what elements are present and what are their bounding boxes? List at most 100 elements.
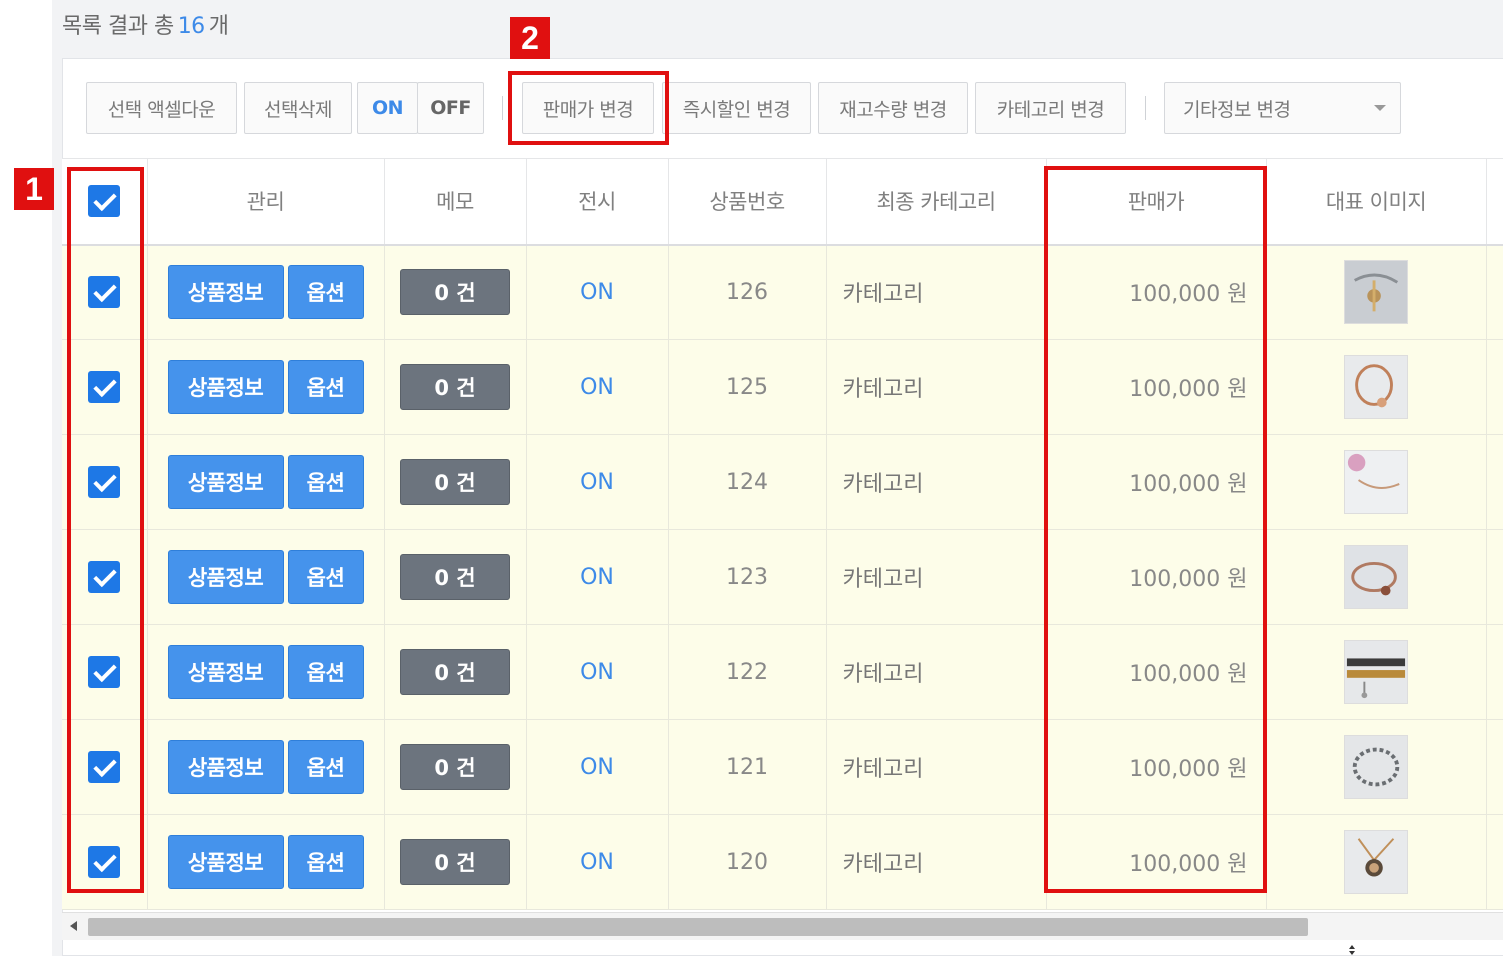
display-status[interactable]: ON: [526, 719, 669, 815]
row-select-cell[interactable]: [62, 244, 148, 340]
table-row: 상품정보 옵션 0 건 ON 124 카테고리 100,000 원: [62, 434, 1503, 530]
select-all-checkbox[interactable]: [88, 185, 121, 218]
row-checkbox[interactable]: [88, 656, 121, 688]
memo-cell: 0 건: [384, 719, 527, 815]
image-cell: [1266, 719, 1487, 815]
product-thumbnail[interactable]: [1344, 545, 1408, 609]
memo-button[interactable]: 0 건: [400, 839, 510, 885]
memo-button[interactable]: 0 건: [400, 269, 510, 316]
toolbar-divider: [1145, 96, 1146, 120]
display-status[interactable]: ON: [526, 244, 669, 340]
scrollbar-thumb[interactable]: [88, 918, 1308, 936]
row-checkbox[interactable]: [88, 561, 121, 593]
image-cell: [1266, 244, 1487, 340]
row-select-cell[interactable]: [62, 624, 148, 720]
row-checkbox[interactable]: [88, 751, 121, 783]
product-thumbnail[interactable]: [1344, 830, 1408, 894]
change-category-button[interactable]: 카테고리 변경: [975, 82, 1126, 134]
manage-cell: 상품정보 옵션: [147, 814, 385, 910]
display-status[interactable]: ON: [526, 814, 669, 910]
manage-cell: 상품정보 옵션: [147, 244, 385, 340]
display-status[interactable]: ON: [526, 529, 669, 625]
final-category: 카테고리: [826, 814, 1047, 910]
table-row: 상품정보 옵션 0 건 ON 121 카테고리 100,000 원: [62, 719, 1503, 815]
memo-cell: 0 건: [384, 529, 527, 625]
annotation-label-2: 2: [510, 17, 550, 59]
option-button[interactable]: 옵션: [287, 455, 364, 509]
sale-price: 100,000 원: [1046, 624, 1267, 720]
memo-button[interactable]: 0 건: [400, 649, 510, 695]
change-stock-button[interactable]: 재고수량 변경: [818, 82, 968, 134]
summary-prefix: 목록 결과 총: [62, 14, 174, 39]
table-row: 상품정보 옵션 0 건 ON 120 카테고리 100,000 원: [62, 814, 1503, 910]
product-info-button[interactable]: 상품정보: [167, 455, 284, 509]
option-button[interactable]: 옵션: [287, 645, 364, 699]
horizontal-scrollbar[interactable]: [62, 912, 1503, 940]
display-status[interactable]: ON: [526, 339, 669, 435]
annotation-label-1: 1: [14, 168, 54, 210]
final-category: 카테고리: [826, 339, 1047, 435]
memo-cell: 0 건: [384, 244, 527, 340]
option-button[interactable]: 옵션: [287, 835, 364, 889]
product-number: 122: [668, 624, 827, 720]
overflow-cell: [1486, 244, 1503, 340]
change-price-button[interactable]: 판매가 변경: [522, 82, 654, 134]
memo-cell: 0 건: [384, 814, 527, 910]
option-button[interactable]: 옵션: [287, 550, 364, 604]
option-button[interactable]: 옵션: [287, 740, 364, 794]
option-button[interactable]: 옵션: [287, 360, 364, 414]
delete-selected-button[interactable]: 선택삭제: [244, 82, 352, 134]
other-info-select[interactable]: 기타정보 변경: [1164, 82, 1401, 134]
product-number: 126: [668, 244, 827, 340]
final-category: 카테고리: [826, 624, 1047, 720]
table-row: 상품정보 옵션 0 건 ON 125 카테고리 100,000 원: [62, 339, 1503, 435]
display-status[interactable]: ON: [526, 624, 669, 720]
sale-price: 100,000 원: [1046, 814, 1267, 910]
row-select-cell[interactable]: [62, 434, 148, 530]
manage-cell: 상품정보 옵션: [147, 719, 385, 815]
memo-button[interactable]: 0 건: [400, 459, 510, 505]
product-number: 120: [668, 814, 827, 910]
row-select-cell[interactable]: [62, 814, 148, 910]
row-select-cell[interactable]: [62, 529, 148, 625]
final-category: 카테고리: [826, 719, 1047, 815]
manage-cell: 상품정보 옵션: [147, 339, 385, 435]
product-info-button[interactable]: 상품정보: [167, 835, 284, 889]
memo-button[interactable]: 0 건: [400, 744, 510, 790]
product-info-button[interactable]: 상품정보: [167, 740, 284, 794]
row-checkbox[interactable]: [88, 846, 121, 878]
memo-button[interactable]: 0 건: [400, 364, 510, 410]
display-off-button[interactable]: OFF: [417, 82, 484, 134]
product-thumbnail[interactable]: [1344, 640, 1408, 704]
product-thumbnail[interactable]: [1344, 260, 1408, 325]
product-thumbnail[interactable]: [1344, 355, 1408, 419]
chevron-down-icon: [1374, 105, 1386, 111]
product-table: 관리 메모 전시 상품번호 최종 카테고리 판매가 대표 이미지 상품정보 옵션 …: [62, 158, 1503, 910]
overflow-cell: [1486, 624, 1503, 720]
overflow-cell: [1486, 529, 1503, 625]
scroll-left-arrow-icon[interactable]: [70, 921, 77, 931]
column-header: 상품번호: [668, 158, 827, 246]
product-info-button[interactable]: 상품정보: [167, 645, 284, 699]
memo-button[interactable]: 0 건: [400, 554, 510, 600]
row-checkbox[interactable]: [88, 371, 121, 403]
product-thumbnail[interactable]: [1344, 735, 1408, 799]
header-select-all[interactable]: [62, 158, 148, 246]
product-info-button[interactable]: 상품정보: [167, 265, 284, 320]
row-select-cell[interactable]: [62, 339, 148, 435]
product-info-button[interactable]: 상품정보: [167, 550, 284, 604]
product-info-button[interactable]: 상품정보: [167, 360, 284, 414]
row-select-cell[interactable]: [62, 719, 148, 815]
option-button[interactable]: 옵션: [287, 265, 364, 320]
column-header: 판매가: [1046, 158, 1267, 246]
excel-download-button[interactable]: 선택 액셀다운: [86, 82, 237, 134]
change-discount-button[interactable]: 즉시할인 변경: [662, 82, 811, 134]
overflow-cell: [1486, 434, 1503, 530]
sale-price: 100,000 원: [1046, 719, 1267, 815]
product-thumbnail[interactable]: [1344, 450, 1408, 514]
display-status[interactable]: ON: [526, 434, 669, 530]
other-info-select-value: 기타정보 변경: [1183, 98, 1291, 121]
row-checkbox[interactable]: [88, 276, 121, 309]
display-on-button[interactable]: ON: [357, 82, 418, 134]
row-checkbox[interactable]: [88, 466, 121, 498]
